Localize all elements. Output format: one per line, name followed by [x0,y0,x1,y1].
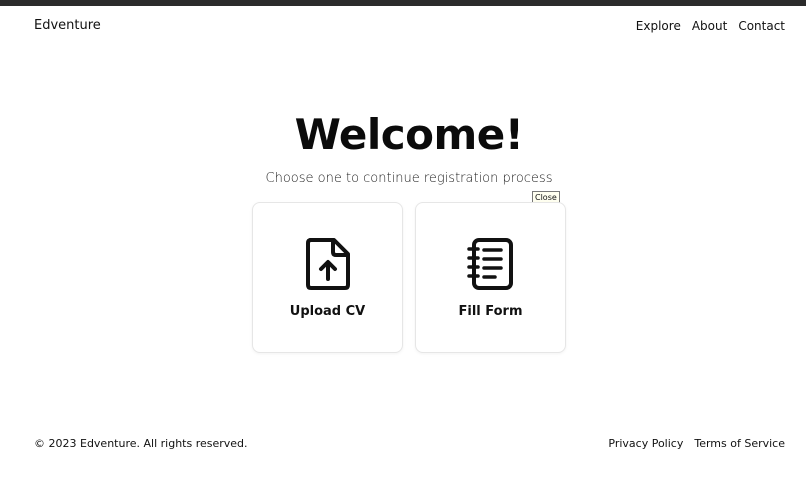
top-nav: Explore About Contact [636,19,785,33]
footer-terms-link[interactable]: Terms of Service [694,437,785,450]
window-top-bar [0,0,806,6]
page-subtitle: Choose one to continue registration proc… [265,171,553,186]
fill-form-card[interactable]: Fill Form [415,202,566,353]
footer-copyright: © 2023 Edventure. All rights reserved. [34,437,248,450]
fill-form-label: Fill Form [458,304,523,319]
nav-contact[interactable]: Contact [738,19,785,33]
notebook-icon [466,238,513,290]
nav-explore[interactable]: Explore [636,19,681,33]
upload-cv-card[interactable]: Upload CV [252,202,403,353]
brand-logo[interactable]: Edventure [34,18,101,33]
footer-links: Privacy Policy Terms of Service [608,437,785,450]
page-title: Welcome! [294,110,524,159]
nav-about[interactable]: About [692,19,727,33]
file-upload-icon [305,238,350,290]
footer-privacy-link[interactable]: Privacy Policy [608,437,683,450]
upload-cv-label: Upload CV [289,304,366,319]
